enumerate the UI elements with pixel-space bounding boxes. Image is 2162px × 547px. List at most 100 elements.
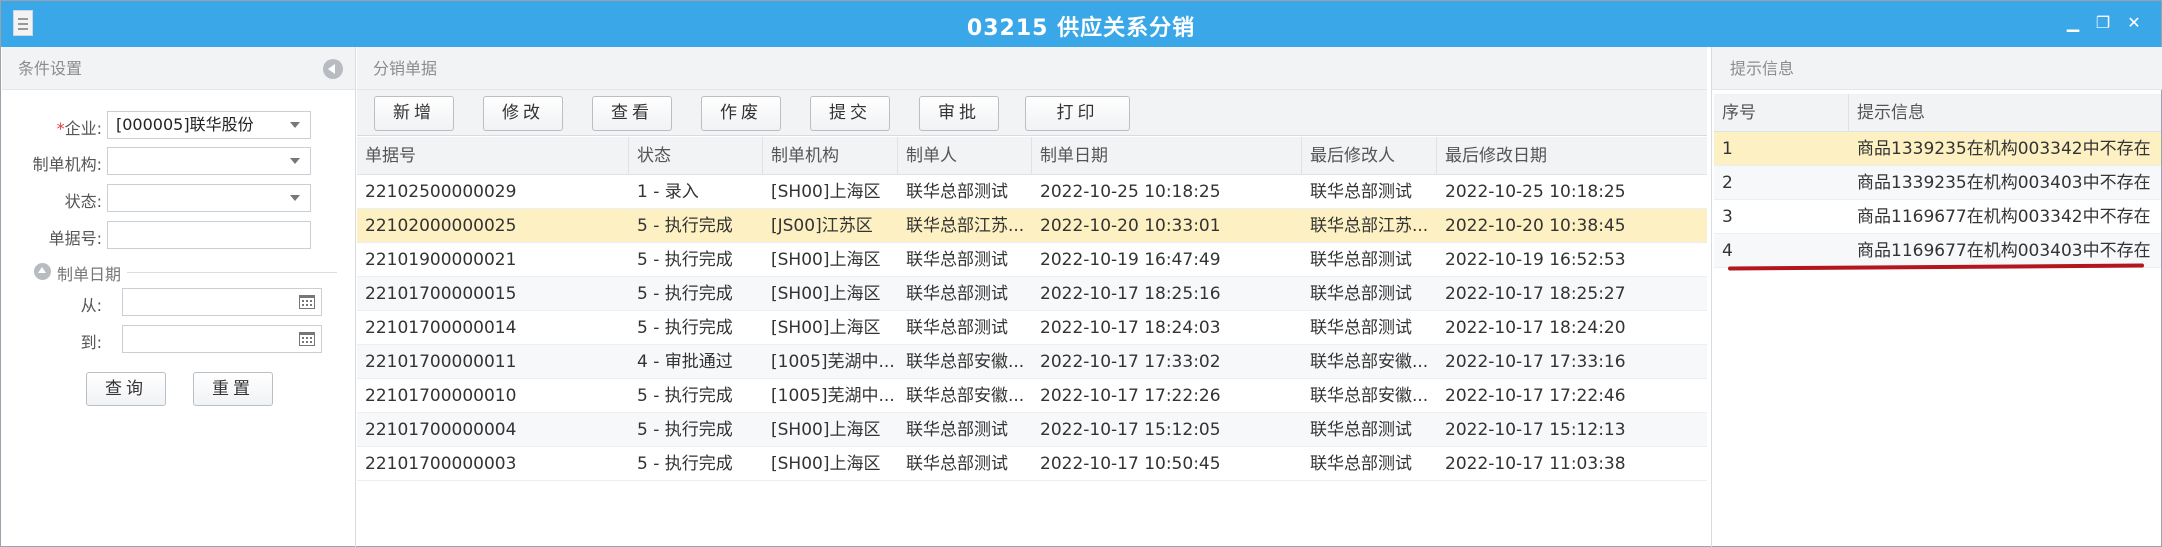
edit-button[interactable]: 修改 [483, 96, 563, 131]
cell-status: 5 - 执行完成 [637, 386, 733, 406]
filter-panel-title: 条件设置 [18, 59, 83, 78]
column-header[interactable]: 制单机构 [763, 137, 898, 175]
chevron-down-icon [290, 158, 300, 164]
calendar-icon[interactable] [299, 295, 315, 309]
column-header[interactable]: 制单人 [898, 137, 1032, 175]
column-header[interactable]: 制单日期 [1032, 137, 1302, 175]
restore-icon[interactable]: ❐ [2094, 14, 2112, 32]
org-label: 制单机构: [32, 155, 102, 174]
table-row[interactable]: 22101700000010 5 - 执行完成 [1005]芜湖中... 联华总… [357, 379, 1707, 413]
org-row: 制单机构: [2, 147, 356, 175]
cell-creator: 联华总部测试 [906, 284, 1008, 304]
void-button[interactable]: 作废 [701, 96, 781, 131]
table-row[interactable]: 22101900000021 5 - 执行完成 [SH00]上海区 联华总部测试… [357, 243, 1707, 277]
cell-modifier: 联华总部测试 [1310, 182, 1412, 202]
table-row[interactable]: 22101700000003 5 - 执行完成 [SH00]上海区 联华总部测试… [357, 447, 1707, 481]
collapse-section-icon[interactable] [34, 263, 51, 280]
cell-creator: 联华总部安徽... [906, 386, 1025, 406]
cell-index: 1 [1722, 139, 1733, 159]
print-button[interactable]: 打印 [1025, 96, 1130, 131]
cell-org: [1005]芜湖中... [771, 352, 895, 372]
cell-org: [SH00]上海区 [771, 284, 881, 304]
date-to-input[interactable] [122, 325, 322, 353]
column-header[interactable]: 提示信息 [1849, 94, 2161, 132]
cell-modify-date: 2022-10-17 18:24:20 [1445, 318, 1626, 338]
documents-panel-title: 分销单据 [373, 59, 438, 78]
cell-org: [JS00]江苏区 [771, 216, 873, 236]
cell-modify-date: 2022-10-17 15:12:13 [1445, 420, 1626, 440]
minimize-icon[interactable]: ▁ [2064, 14, 2082, 32]
view-button[interactable]: 查看 [592, 96, 672, 131]
cell-create-date: 2022-10-17 15:12:05 [1040, 420, 1221, 440]
status-row: 状态: [2, 184, 356, 212]
date-section-label: 制单日期 [57, 265, 122, 284]
to-label: 到: [80, 333, 102, 352]
table-row[interactable]: 22102500000029 1 - 录入 [SH00]上海区 联华总部测试 2… [357, 175, 1707, 209]
table-row[interactable]: 22101700000011 4 - 审批通过 [1005]芜湖中... 联华总… [357, 345, 1707, 379]
cell-status: 5 - 执行完成 [637, 454, 733, 474]
cell-message: 商品1339235在机构003342中不存在 [1857, 139, 2151, 159]
docno-row: 单据号: [2, 221, 356, 249]
status-select[interactable] [107, 184, 311, 212]
documents-panel-header: 分销单据 [357, 47, 1707, 90]
cell-modify-date: 2022-10-20 10:38:45 [1445, 216, 1626, 236]
toolbar: 新增 修改 查看 作废 提交 审批 打印 [357, 90, 1707, 136]
table-row[interactable]: 22101700000004 5 - 执行完成 [SH00]上海区 联华总部测试… [357, 413, 1707, 447]
cell-status: 5 - 执行完成 [637, 420, 733, 440]
date-from-input[interactable] [122, 288, 322, 316]
info-row[interactable]: 2 商品1339235在机构003403中不存在 [1714, 166, 2161, 200]
docno-label: 单据号: [48, 229, 102, 248]
submit-button[interactable]: 提交 [810, 96, 890, 131]
filter-panel-header: 条件设置 [2, 47, 355, 90]
column-header[interactable]: 序号 [1714, 94, 1849, 132]
cell-create-date: 2022-10-17 18:24:03 [1040, 318, 1221, 338]
docno-input[interactable] [107, 221, 311, 249]
cell-docno: 22102500000029 [365, 182, 517, 202]
enterprise-select[interactable]: [000005]联华股份 [107, 111, 311, 139]
title-bar: 03215 供应关系分销 ▁ ❐ ✕ [1, 1, 2161, 47]
cell-message: 商品1169677在机构003342中不存在 [1857, 207, 2151, 227]
org-select[interactable] [107, 147, 311, 175]
column-header[interactable]: 最后修改人 [1302, 137, 1437, 175]
info-panel: 提示信息 序号 提示信息 1 商品1339235在机构003342中不存在 2 … [1711, 47, 2162, 547]
cell-docno: 22101700000010 [365, 386, 517, 406]
cell-create-date: 2022-10-19 16:47:49 [1040, 250, 1221, 270]
cell-status: 1 - 录入 [637, 182, 699, 202]
reset-button[interactable]: 重置 [193, 372, 273, 406]
cell-status: 4 - 审批通过 [637, 352, 733, 372]
cell-modify-date: 2022-10-19 16:52:53 [1445, 250, 1626, 270]
section-divider [127, 272, 337, 273]
chevron-down-icon [290, 195, 300, 201]
cell-status: 5 - 执行完成 [637, 284, 733, 304]
cell-docno: 22101700000015 [365, 284, 517, 304]
cell-org: [SH00]上海区 [771, 318, 881, 338]
cell-org: [SH00]上海区 [771, 454, 881, 474]
cell-modifier: 联华总部安徽... [1310, 386, 1429, 406]
cell-creator: 联华总部测试 [906, 420, 1008, 440]
cell-modify-date: 2022-10-17 11:03:38 [1445, 454, 1626, 474]
collapse-left-icon[interactable] [323, 59, 343, 79]
new-button[interactable]: 新增 [374, 96, 454, 131]
column-header[interactable]: 状态 [629, 137, 763, 175]
enterprise-value: [000005]联华股份 [116, 115, 254, 134]
approve-button[interactable]: 审批 [919, 96, 999, 131]
from-label: 从: [80, 296, 102, 315]
documents-grid-header: 单据号 状态 制单机构 制单人 制单日期 最后修改人 最后修改日期 [357, 137, 1707, 175]
cell-message: 商品1339235在机构003403中不存在 [1857, 173, 2151, 193]
date-section: 制单日期 [32, 260, 342, 284]
cell-creator: 联华总部江苏... [906, 216, 1025, 236]
info-row[interactable]: 1 商品1339235在机构003342中不存在 [1714, 132, 2161, 166]
app-window: 03215 供应关系分销 ▁ ❐ ✕ 条件设置 *企业: [000005]联华股… [0, 0, 2162, 547]
close-icon[interactable]: ✕ [2125, 14, 2143, 32]
query-button[interactable]: 查询 [86, 372, 166, 406]
table-row[interactable]: 22101700000015 5 - 执行完成 [SH00]上海区 联华总部测试… [357, 277, 1707, 311]
column-header[interactable]: 单据号 [357, 137, 629, 175]
info-row[interactable]: 3 商品1169677在机构003342中不存在 [1714, 200, 2161, 234]
table-row[interactable]: 22101700000014 5 - 执行完成 [SH00]上海区 联华总部测试… [357, 311, 1707, 345]
cell-modifier: 联华总部测试 [1310, 284, 1412, 304]
cell-creator: 联华总部安徽... [906, 352, 1025, 372]
cell-create-date: 2022-10-17 17:33:02 [1040, 352, 1221, 372]
calendar-icon[interactable] [299, 332, 315, 346]
column-header[interactable]: 最后修改日期 [1437, 137, 1707, 175]
table-row[interactable]: 22102000000025 5 - 执行完成 [JS00]江苏区 联华总部江苏… [357, 209, 1707, 243]
